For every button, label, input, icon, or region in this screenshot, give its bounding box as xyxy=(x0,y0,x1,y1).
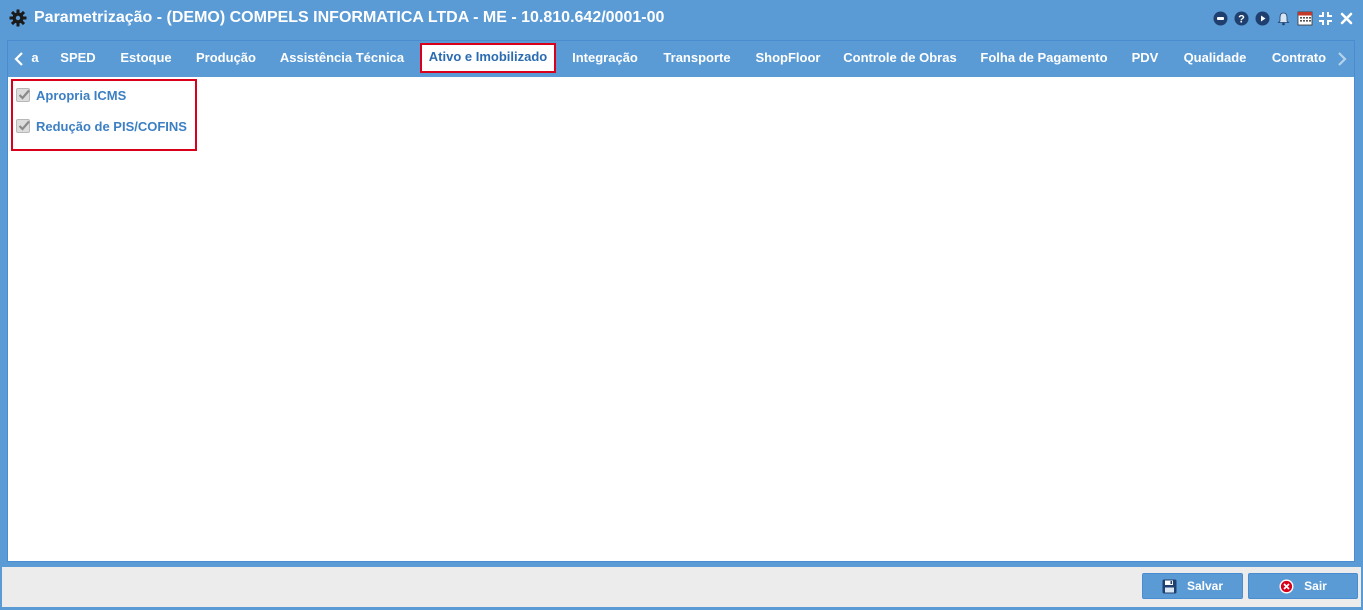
exit-button[interactable]: Sair xyxy=(1248,573,1358,599)
checkbox[interactable] xyxy=(16,119,30,133)
shrink-icon[interactable] xyxy=(1317,10,1334,27)
tab-estoque[interactable]: Estoque xyxy=(116,44,176,72)
tab-scroll-left-icon[interactable] xyxy=(13,51,27,69)
play-icon[interactable] xyxy=(1254,10,1271,27)
svg-text:?: ? xyxy=(1238,13,1245,25)
window-title: Parametrização - (DEMO) COMPELS INFORMAT… xyxy=(34,9,665,26)
tab-controle-obras[interactable]: Controle de Obras xyxy=(840,44,960,72)
tab-panel: a SPED Estoque Produção Assistência Técn… xyxy=(7,40,1355,562)
exit-label: Sair xyxy=(1304,579,1327,593)
tab-folha-pagamento[interactable]: Folha de Pagamento xyxy=(978,44,1110,72)
tab-partial[interactable]: a xyxy=(30,44,40,72)
tab-contrato[interactable]: Contrato xyxy=(1268,44,1330,72)
settings-window: Parametrização - (DEMO) COMPELS INFORMAT… xyxy=(0,0,1363,610)
calendar-icon[interactable] xyxy=(1296,10,1313,27)
tab-integracao[interactable]: Integração xyxy=(568,44,642,72)
option-apropria-icms[interactable]: Apropria ICMS xyxy=(16,86,126,104)
close-icon[interactable] xyxy=(1338,10,1355,27)
tab-content: Apropria ICMS Redução de PIS/COFINS xyxy=(8,77,1354,561)
title-bar: Parametrização - (DEMO) COMPELS INFORMAT… xyxy=(0,0,1363,36)
save-button[interactable]: Salvar xyxy=(1142,573,1243,599)
tab-qualidade[interactable]: Qualidade xyxy=(1180,44,1250,72)
option-reducao-pis-cofins[interactable]: Redução de PIS/COFINS xyxy=(16,117,187,135)
gear-icon xyxy=(9,9,27,27)
tab-sped[interactable]: SPED xyxy=(56,44,100,72)
tab-shopfloor[interactable]: ShopFloor xyxy=(752,44,824,72)
exit-icon xyxy=(1279,579,1294,594)
tab-producao[interactable]: Produção xyxy=(192,44,260,72)
floppy-disk-icon xyxy=(1162,579,1177,594)
tab-assistencia-tecnica[interactable]: Assistência Técnica xyxy=(276,44,408,72)
bell-icon[interactable] xyxy=(1275,10,1292,27)
tab-pdv[interactable]: PDV xyxy=(1128,44,1162,72)
help-icon[interactable]: ? xyxy=(1233,10,1250,27)
checkbox[interactable] xyxy=(16,88,30,102)
window-toolbar: ? xyxy=(1212,9,1355,27)
tab-ativo-imobilizado[interactable]: Ativo e Imobilizado xyxy=(420,43,556,73)
save-label: Salvar xyxy=(1186,579,1224,593)
tab-transporte[interactable]: Transporte xyxy=(658,44,736,72)
footer-bar: Salvar Sair xyxy=(2,567,1361,607)
tab-bar: a SPED Estoque Produção Assistência Técn… xyxy=(8,41,1354,77)
option-label: Apropria ICMS xyxy=(36,87,127,103)
option-label: Redução de PIS/COFINS xyxy=(36,118,187,134)
tab-scroll-right-icon[interactable] xyxy=(1336,51,1350,69)
chat-icon[interactable] xyxy=(1212,10,1229,27)
